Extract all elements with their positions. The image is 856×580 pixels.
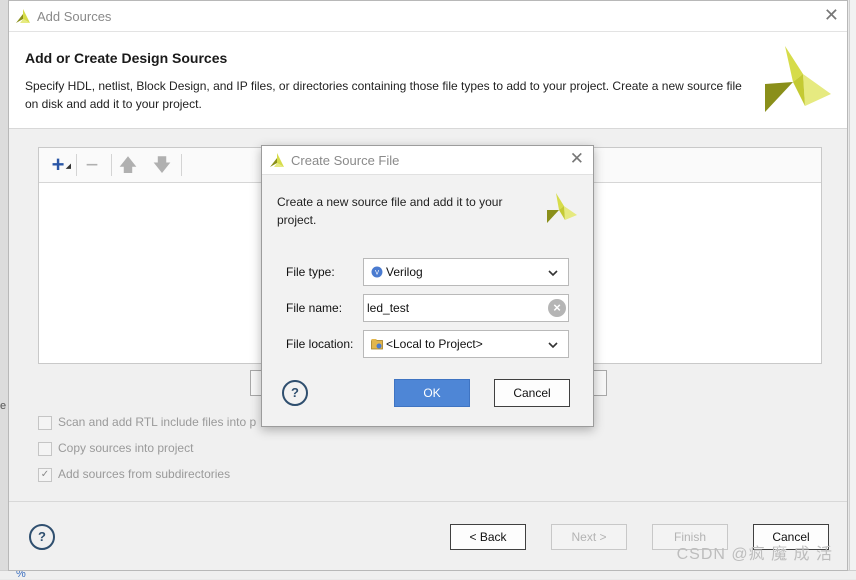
footer-divider bbox=[9, 501, 847, 502]
csdn-watermark: CSDN @疯 魔 成 活 bbox=[676, 546, 833, 563]
checkbox-label: Copy sources into project bbox=[58, 441, 194, 455]
scan-rtl-include-checkbox[interactable]: Scan and add RTL include files into p bbox=[38, 415, 278, 431]
arrow-up-icon: 🡅 bbox=[118, 155, 138, 175]
background-app-right-edge bbox=[849, 0, 856, 579]
file-type-dropdown[interactable]: V Verilog bbox=[363, 258, 569, 286]
back-button[interactable]: < Back bbox=[450, 524, 526, 550]
toolbar-divider bbox=[181, 154, 182, 176]
background-text-fragment: e bbox=[0, 400, 7, 412]
file-location-value: <Local to Project> bbox=[386, 337, 483, 351]
background-app-bottom-edge bbox=[0, 570, 856, 579]
chevron-down-icon bbox=[548, 342, 558, 349]
next-button[interactable]: Next > bbox=[551, 524, 627, 550]
file-name-value[interactable]: led_test bbox=[367, 301, 409, 315]
clear-input-icon[interactable]: × bbox=[548, 299, 566, 317]
copy-sources-checkbox[interactable]: Copy sources into project bbox=[38, 441, 278, 457]
add-subdirectories-checkbox[interactable]: ✓ Add sources from subdirectories bbox=[38, 467, 278, 483]
verilog-icon: V bbox=[371, 266, 383, 278]
window-titlebar: Add Sources ✕ bbox=[9, 1, 847, 32]
file-type-label: File type: bbox=[286, 265, 335, 279]
move-up-button[interactable]: 🡅 bbox=[117, 154, 139, 176]
file-location-dropdown[interactable]: <Local to Project> bbox=[363, 330, 569, 358]
folder-icon bbox=[371, 339, 383, 350]
checkbox-box[interactable] bbox=[38, 442, 52, 456]
arrow-down-icon: 🡇 bbox=[152, 155, 172, 175]
checkbox-label: Add sources from subdirectories bbox=[58, 467, 231, 481]
window-title: Add Sources bbox=[37, 9, 112, 24]
vivado-large-logo-icon bbox=[765, 46, 831, 112]
help-button[interactable]: ? bbox=[29, 524, 55, 550]
window-close-icon[interactable]: ✕ bbox=[824, 5, 839, 25]
dialog-description: Create a new source file and add it to y… bbox=[277, 195, 503, 227]
vivado-logo-icon bbox=[547, 193, 577, 223]
checkbox-label: Scan and add RTL include files into p bbox=[58, 415, 257, 429]
move-down-button[interactable]: 🡇 bbox=[151, 154, 173, 176]
plus-icon: + bbox=[51, 152, 65, 177]
dialog-cancel-button[interactable]: Cancel bbox=[494, 379, 570, 407]
create-file-button-obscured[interactable] bbox=[593, 370, 607, 396]
remove-source-button[interactable]: − bbox=[81, 154, 103, 176]
ok-button[interactable]: OK bbox=[394, 379, 470, 407]
page-title: Add or Create Design Sources bbox=[25, 50, 228, 66]
create-source-file-dialog: Create Source File ✕ Create a new source… bbox=[261, 145, 594, 427]
checkmark-icon[interactable]: ✓ bbox=[38, 468, 52, 482]
checkbox-box[interactable] bbox=[38, 416, 52, 430]
dialog-title: Create Source File bbox=[291, 153, 400, 168]
add-source-button[interactable]: + ◢ bbox=[47, 152, 71, 177]
dialog-titlebar: Create Source File ✕ bbox=[262, 146, 593, 175]
dialog-close-icon[interactable]: ✕ bbox=[570, 149, 584, 169]
file-name-input[interactable]: led_test × bbox=[363, 294, 569, 322]
toolbar-divider bbox=[76, 154, 77, 176]
file-type-value: Verilog bbox=[386, 265, 423, 279]
chevron-down-icon bbox=[548, 270, 558, 277]
minus-icon: − bbox=[85, 152, 99, 177]
file-name-label: File name: bbox=[286, 301, 343, 315]
page-description: Specify HDL, netlist, Block Design, and … bbox=[25, 79, 742, 111]
vivado-logo-icon bbox=[270, 153, 284, 167]
background-app-left-edge bbox=[0, 0, 8, 579]
file-location-label: File location: bbox=[286, 337, 354, 351]
dialog-help-button[interactable]: ? bbox=[282, 380, 308, 406]
wizard-header: Add or Create Design Sources Specify HDL… bbox=[9, 32, 847, 129]
vivado-logo-icon bbox=[16, 9, 30, 23]
toolbar-divider bbox=[111, 154, 112, 176]
